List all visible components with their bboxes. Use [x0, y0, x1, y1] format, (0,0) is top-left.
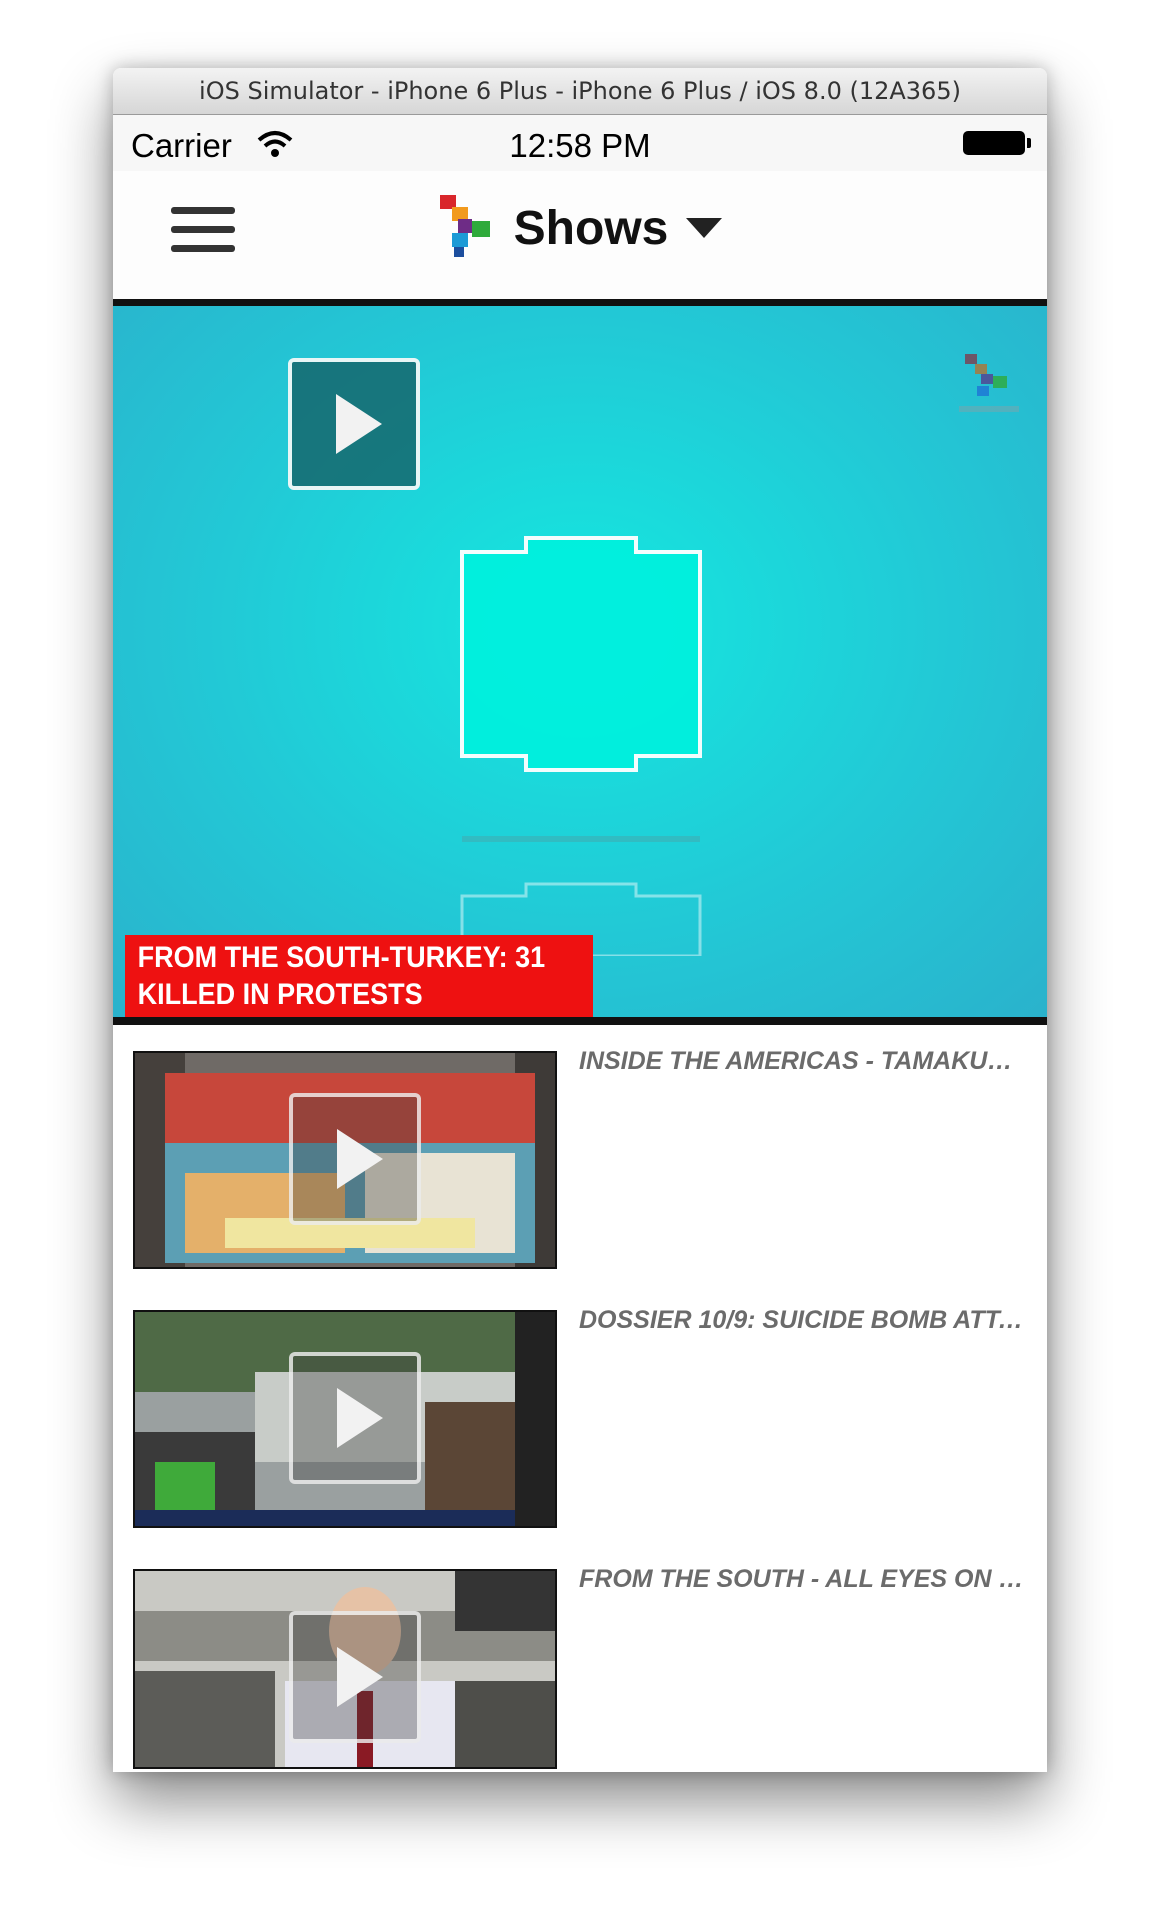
- video-thumbnail[interactable]: [133, 1051, 557, 1269]
- play-button[interactable]: [288, 358, 420, 490]
- simulator-titlebar: iOS Simulator - iPhone 6 Plus - iPhone 6…: [113, 68, 1047, 115]
- list-item[interactable]: DOSSIER 10/9: SUICIDE BOMB ATTACKS...: [113, 1284, 1047, 1543]
- video-list: INSIDE THE AMERICAS - TAMAKUN, THE...: [113, 1025, 1047, 1772]
- telesur-watermark-icon: [959, 354, 1019, 412]
- nav-bar: Shows: [113, 171, 1047, 306]
- list-item[interactable]: FROM THE SOUTH - ALL EYES ON BOLIVI...: [113, 1543, 1047, 1772]
- video-title[interactable]: FROM THE SOUTH - ALL EYES ON BOLIVI...: [579, 1565, 1029, 1594]
- video-thumbnail[interactable]: [133, 1310, 557, 1528]
- play-button[interactable]: [289, 1093, 421, 1225]
- simulator-window: iOS Simulator - iPhone 6 Plus - iPhone 6…: [113, 68, 1047, 1772]
- play-icon: [336, 394, 382, 454]
- video-title[interactable]: INSIDE THE AMERICAS - TAMAKUN, THE...: [579, 1047, 1029, 1076]
- battery-icon: [963, 131, 1031, 155]
- play-button[interactable]: [289, 1352, 421, 1484]
- status-bar: Carrier 12:58 PM: [113, 115, 1047, 171]
- play-icon: [337, 1647, 383, 1707]
- featured-caption: FROM THE SOUTH-TURKEY: 31 KILLED IN PROT…: [125, 935, 593, 1017]
- nav-title: Shows: [513, 201, 669, 255]
- telesur-logo-icon: [439, 195, 490, 257]
- video-thumbnail[interactable]: [133, 1569, 557, 1769]
- simulator-title: iOS Simulator - iPhone 6 Plus - iPhone 6…: [199, 77, 961, 105]
- status-time: 12:58 PM: [509, 127, 651, 164]
- animated-frame-graphic: [460, 536, 702, 772]
- play-button[interactable]: [289, 1611, 421, 1743]
- list-item[interactable]: INSIDE THE AMERICAS - TAMAKUN, THE...: [113, 1025, 1047, 1284]
- section-selector[interactable]: Shows: [113, 195, 1047, 261]
- video-title[interactable]: DOSSIER 10/9: SUICIDE BOMB ATTACKS...: [579, 1306, 1029, 1335]
- play-icon: [337, 1129, 383, 1189]
- featured-video[interactable]: FROM THE SOUTH-TURKEY: 31 KILLED IN PROT…: [113, 306, 1047, 1025]
- play-icon: [337, 1388, 383, 1448]
- dropdown-caret-icon: [686, 218, 723, 238]
